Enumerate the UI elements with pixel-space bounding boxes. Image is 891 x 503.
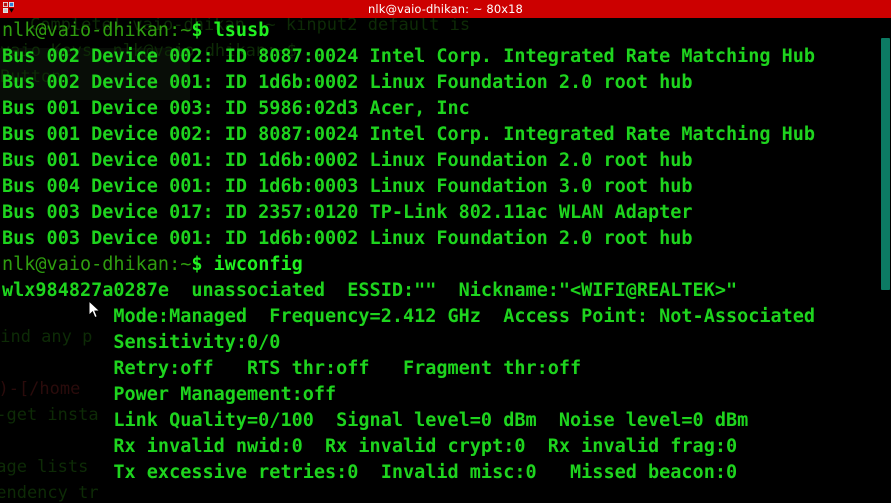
- window-title: nlk@vaio-dhikan: ~ 80x18: [368, 2, 523, 16]
- terminal-line: Bus 002 Device 001: ID 1d6b:0002 Linux F…: [2, 72, 693, 93]
- terminal-line: Bus 001 Device 003: ID 5986:02d3 Acer, I…: [2, 98, 470, 119]
- terminal-line: Bus 003 Device 017: ID 2357:0120 TP-Link…: [2, 202, 693, 223]
- terminal-line: Bus 001 Device 002: ID 8087:0024 Intel C…: [2, 124, 816, 145]
- terminal-window: nlk@vaio-dhikan: ~ 80x18 Complete! vaio-…: [0, 0, 891, 503]
- terminal-line: Tx excessive retries:0 Invalid misc:0 Mi…: [2, 462, 738, 483]
- terminal-screen[interactable]: Complete! vaio-dhikan ~ kinput2 default …: [0, 18, 891, 503]
- terminal-line: Link Quality=0/100 Signal level=0 dBm No…: [2, 410, 749, 431]
- terminal-line: wlx984827a0287e unassociated ESSID:"" Ni…: [2, 280, 738, 301]
- terminal-line: nlk@vaio-dhikan:~$ lsusb: [2, 18, 269, 44]
- command-lsusb: lsusb: [213, 20, 270, 41]
- terminal-line: Rx invalid nwid:0 Rx invalid crypt:0 Rx …: [2, 436, 738, 457]
- terminal-line: Retry:off RTS thr:off Fragment thr:off: [2, 358, 582, 379]
- prompt-symbol: $: [191, 20, 203, 41]
- terminal-line: Sensitivity:0/0: [2, 332, 281, 353]
- terminal-line: Bus 001 Device 001: ID 1d6b:0002 Linux F…: [2, 150, 693, 171]
- prompt-symbol: $: [191, 254, 203, 275]
- shell-prompt: nlk@vaio-dhikan:~: [2, 20, 192, 41]
- terminal-line: Bus 003 Device 001: ID 1d6b:0002 Linux F…: [2, 228, 693, 249]
- terminal-icon: [2, 1, 18, 17]
- mouse-pointer-icon: [88, 299, 102, 320]
- command-iwconfig: iwconfig: [213, 254, 303, 275]
- terminal-line: Mode:Managed Frequency=2.412 GHz Access …: [2, 306, 816, 327]
- terminal-output: nlk@vaio-dhikan:~$ lsusb Bus 002 Device …: [0, 18, 891, 503]
- scrollbar-thumb[interactable]: [881, 38, 890, 290]
- vertical-scrollbar[interactable]: [877, 18, 891, 503]
- terminal-line: Bus 004 Device 001: ID 1d6b:0003 Linux F…: [2, 176, 693, 197]
- shell-prompt: nlk@vaio-dhikan:~: [2, 254, 192, 275]
- terminal-line: Power Management:off: [2, 384, 337, 405]
- terminal-line: Bus 002 Device 002: ID 8087:0024 Intel C…: [2, 46, 816, 67]
- title-bar[interactable]: nlk@vaio-dhikan: ~ 80x18: [0, 0, 891, 18]
- terminal-line: nlk@vaio-dhikan:~$ iwconfig: [2, 252, 303, 278]
